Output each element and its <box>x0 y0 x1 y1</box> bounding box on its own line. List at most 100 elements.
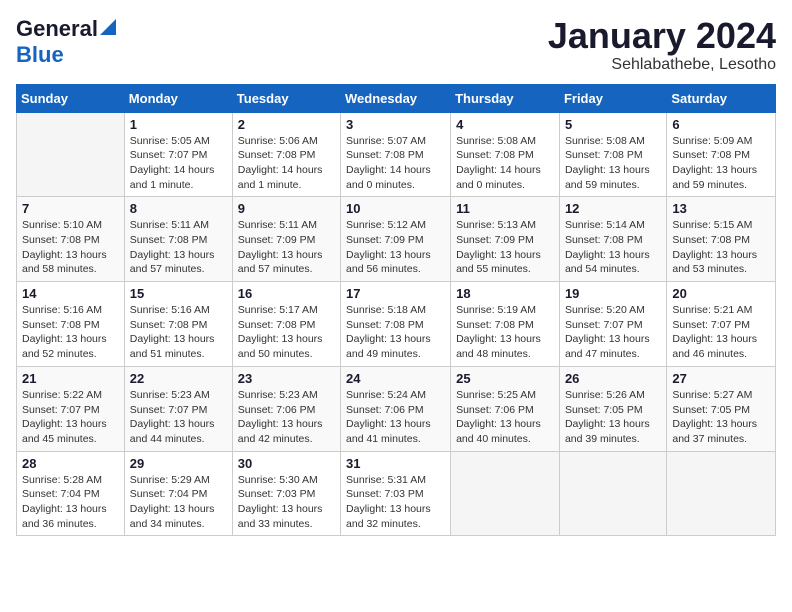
day-number: 26 <box>565 371 661 386</box>
calendar-cell: 7 Sunrise: 5:10 AMSunset: 7:08 PMDaylight… <box>17 197 125 282</box>
day-number: 29 <box>130 456 227 471</box>
calendar-cell: 30 Sunrise: 5:30 AMSunset: 7:03 PMDayligh… <box>232 451 340 536</box>
page-header: General Blue January 2024 Sehlabathebe, … <box>16 16 776 74</box>
day-info: Sunrise: 5:28 AMSunset: 7:04 PMDaylight:… <box>22 473 119 532</box>
day-number: 18 <box>456 286 554 301</box>
calendar-cell: 23 Sunrise: 5:23 AMSunset: 7:06 PMDayligh… <box>232 366 340 451</box>
day-info: Sunrise: 5:21 AMSunset: 7:07 PMDaylight:… <box>672 303 770 362</box>
column-header-friday: Friday <box>559 84 666 112</box>
day-number: 9 <box>238 201 335 216</box>
day-info: Sunrise: 5:05 AMSunset: 7:07 PMDaylight:… <box>130 134 227 193</box>
calendar-cell: 24 Sunrise: 5:24 AMSunset: 7:06 PMDayligh… <box>341 366 451 451</box>
calendar-cell: 19Sunrise: 5:20 AMSunset: 7:07 PMDayligh… <box>559 282 666 367</box>
logo-general-text: General <box>16 16 98 42</box>
calendar-cell: 26 Sunrise: 5:26 AMSunset: 7:05 PMDayligh… <box>559 366 666 451</box>
week-row-1: 1 Sunrise: 5:05 AMSunset: 7:07 PMDaylight… <box>17 112 776 197</box>
calendar-cell: 16Sunrise: 5:17 AMSunset: 7:08 PMDayligh… <box>232 282 340 367</box>
day-number: 4 <box>456 117 554 132</box>
day-number: 30 <box>238 456 335 471</box>
day-number: 5 <box>565 117 661 132</box>
location-title: Sehlabathebe, Lesotho <box>548 56 776 74</box>
calendar-cell: 15 Sunrise: 5:16 AMSunset: 7:08 PMDayligh… <box>124 282 232 367</box>
day-number: 12 <box>565 201 661 216</box>
calendar-cell: 1 Sunrise: 5:05 AMSunset: 7:07 PMDaylight… <box>124 112 232 197</box>
day-number: 6 <box>672 117 770 132</box>
day-number: 27 <box>672 371 770 386</box>
calendar-cell: 6 Sunrise: 5:09 AMSunset: 7:08 PMDaylight… <box>667 112 776 197</box>
calendar-cell: 25Sunrise: 5:25 AMSunset: 7:06 PMDayligh… <box>451 366 560 451</box>
day-info: Sunrise: 5:30 AMSunset: 7:03 PMDaylight:… <box>238 473 335 532</box>
day-info: Sunrise: 5:19 AMSunset: 7:08 PMDaylight:… <box>456 303 554 362</box>
day-info: Sunrise: 5:09 AMSunset: 7:08 PMDaylight:… <box>672 134 770 193</box>
day-number: 28 <box>22 456 119 471</box>
logo: General Blue <box>16 16 116 68</box>
title-block: January 2024 Sehlabathebe, Lesotho <box>548 16 776 74</box>
day-number: 22 <box>130 371 227 386</box>
day-number: 1 <box>130 117 227 132</box>
day-info: Sunrise: 5:15 AMSunset: 7:08 PMDaylight:… <box>672 218 770 277</box>
day-number: 24 <box>346 371 445 386</box>
calendar-cell: 20Sunrise: 5:21 AMSunset: 7:07 PMDayligh… <box>667 282 776 367</box>
column-header-sunday: Sunday <box>17 84 125 112</box>
calendar-cell: 29Sunrise: 5:29 AMSunset: 7:04 PMDayligh… <box>124 451 232 536</box>
day-number: 11 <box>456 201 554 216</box>
day-number: 21 <box>22 371 119 386</box>
day-info: Sunrise: 5:11 AMSunset: 7:09 PMDaylight:… <box>238 218 335 277</box>
day-info: Sunrise: 5:26 AMSunset: 7:05 PMDaylight:… <box>565 388 661 447</box>
day-info: Sunrise: 5:20 AMSunset: 7:07 PMDaylight:… <box>565 303 661 362</box>
calendar-cell: 13 Sunrise: 5:15 AMSunset: 7:08 PMDayligh… <box>667 197 776 282</box>
day-info: Sunrise: 5:14 AMSunset: 7:08 PMDaylight:… <box>565 218 661 277</box>
day-info: Sunrise: 5:16 AMSunset: 7:08 PMDaylight:… <box>130 303 227 362</box>
day-info: Sunrise: 5:18 AMSunset: 7:08 PMDaylight:… <box>346 303 445 362</box>
calendar-cell: 31 Sunrise: 5:31 AMSunset: 7:03 PMDayligh… <box>341 451 451 536</box>
calendar-cell: 12 Sunrise: 5:14 AMSunset: 7:08 PMDayligh… <box>559 197 666 282</box>
day-info: Sunrise: 5:22 AMSunset: 7:07 PMDaylight:… <box>22 388 119 447</box>
column-header-wednesday: Wednesday <box>341 84 451 112</box>
day-info: Sunrise: 5:23 AMSunset: 7:07 PMDaylight:… <box>130 388 227 447</box>
column-header-saturday: Saturday <box>667 84 776 112</box>
day-number: 8 <box>130 201 227 216</box>
calendar-cell: 2Sunrise: 5:06 AMSunset: 7:08 PMDaylight… <box>232 112 340 197</box>
calendar-cell: 11Sunrise: 5:13 AMSunset: 7:09 PMDayligh… <box>451 197 560 282</box>
day-info: Sunrise: 5:08 AMSunset: 7:08 PMDaylight:… <box>456 134 554 193</box>
day-number: 17 <box>346 286 445 301</box>
month-title: January 2024 <box>548 16 776 56</box>
day-info: Sunrise: 5:06 AMSunset: 7:08 PMDaylight:… <box>238 134 335 193</box>
day-number: 23 <box>238 371 335 386</box>
calendar-cell: 3Sunrise: 5:07 AMSunset: 7:08 PMDaylight… <box>341 112 451 197</box>
calendar-cell: 14Sunrise: 5:16 AMSunset: 7:08 PMDayligh… <box>17 282 125 367</box>
day-info: Sunrise: 5:27 AMSunset: 7:05 PMDaylight:… <box>672 388 770 447</box>
day-number: 13 <box>672 201 770 216</box>
week-row-3: 14Sunrise: 5:16 AMSunset: 7:08 PMDayligh… <box>17 282 776 367</box>
week-row-5: 28 Sunrise: 5:28 AMSunset: 7:04 PMDayligh… <box>17 451 776 536</box>
column-header-thursday: Thursday <box>451 84 560 112</box>
day-number: 7 <box>22 201 119 216</box>
calendar-cell: 5 Sunrise: 5:08 AMSunset: 7:08 PMDaylight… <box>559 112 666 197</box>
calendar-cell <box>17 112 125 197</box>
calendar-cell: 28 Sunrise: 5:28 AMSunset: 7:04 PMDayligh… <box>17 451 125 536</box>
day-info: Sunrise: 5:10 AMSunset: 7:08 PMDaylight:… <box>22 218 119 277</box>
day-info: Sunrise: 5:25 AMSunset: 7:06 PMDaylight:… <box>456 388 554 447</box>
column-header-monday: Monday <box>124 84 232 112</box>
day-number: 3 <box>346 117 445 132</box>
day-info: Sunrise: 5:11 AMSunset: 7:08 PMDaylight:… <box>130 218 227 277</box>
week-row-4: 21 Sunrise: 5:22 AMSunset: 7:07 PMDayligh… <box>17 366 776 451</box>
week-row-2: 7 Sunrise: 5:10 AMSunset: 7:08 PMDaylight… <box>17 197 776 282</box>
calendar-cell: 22 Sunrise: 5:23 AMSunset: 7:07 PMDayligh… <box>124 366 232 451</box>
day-number: 31 <box>346 456 445 471</box>
calendar-cell: 21 Sunrise: 5:22 AMSunset: 7:07 PMDayligh… <box>17 366 125 451</box>
calendar-cell: 17 Sunrise: 5:18 AMSunset: 7:08 PMDayligh… <box>341 282 451 367</box>
day-info: Sunrise: 5:08 AMSunset: 7:08 PMDaylight:… <box>565 134 661 193</box>
day-info: Sunrise: 5:17 AMSunset: 7:08 PMDaylight:… <box>238 303 335 362</box>
day-info: Sunrise: 5:24 AMSunset: 7:06 PMDaylight:… <box>346 388 445 447</box>
day-number: 15 <box>130 286 227 301</box>
day-info: Sunrise: 5:31 AMSunset: 7:03 PMDaylight:… <box>346 473 445 532</box>
day-info: Sunrise: 5:23 AMSunset: 7:06 PMDaylight:… <box>238 388 335 447</box>
calendar-cell: 9 Sunrise: 5:11 AMSunset: 7:09 PMDaylight… <box>232 197 340 282</box>
calendar-cell <box>451 451 560 536</box>
logo-blue-text: Blue <box>16 42 64 67</box>
day-number: 10 <box>346 201 445 216</box>
calendar-cell: 27 Sunrise: 5:27 AMSunset: 7:05 PMDayligh… <box>667 366 776 451</box>
logo-triangle-icon <box>100 19 116 35</box>
calendar-cell: 8 Sunrise: 5:11 AMSunset: 7:08 PMDaylight… <box>124 197 232 282</box>
